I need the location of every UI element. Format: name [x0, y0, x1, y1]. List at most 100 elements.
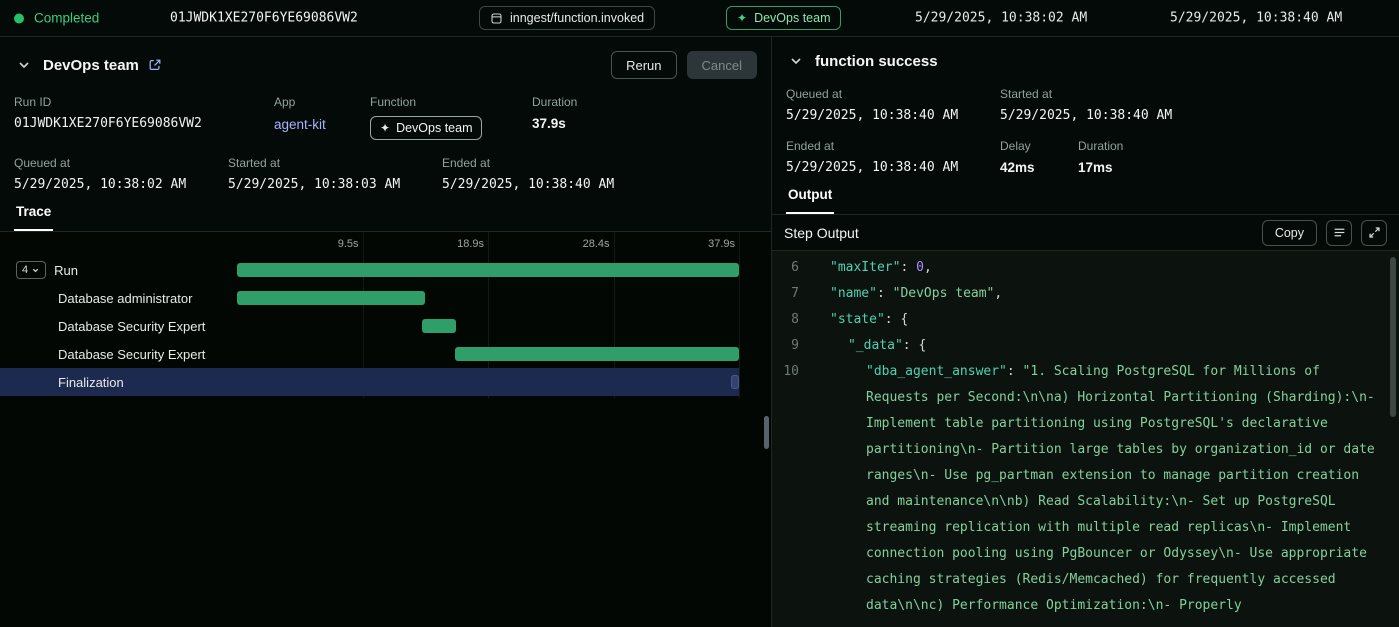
- code-content: "name": "DevOps team",: [812, 281, 1383, 307]
- app-link[interactable]: agent-kit: [274, 117, 326, 132]
- main-content: DevOps team Rerun Cancel Run ID 01JWDK1X…: [0, 37, 1399, 627]
- step-queued-value: 5/29/2025, 10:38:40 AM: [786, 108, 1000, 123]
- code-content: "_data": {: [812, 333, 1383, 359]
- code-line: 10"dba_agent_answer": "1. Scaling Postgr…: [772, 359, 1399, 619]
- external-link-icon[interactable]: [148, 58, 162, 72]
- trace-bar[interactable]: [731, 375, 739, 389]
- right-tabs: Output: [772, 175, 1399, 215]
- trace-row-label-area: Finalization: [0, 375, 237, 390]
- function-badge[interactable]: ✦ DevOps team: [726, 6, 841, 30]
- trace-row[interactable]: Database Security Expert: [0, 312, 771, 340]
- trace-bar[interactable]: [422, 319, 456, 333]
- function-pill[interactable]: ✦ DevOps team: [370, 116, 482, 140]
- step-duration-value: 17ms: [1078, 160, 1292, 175]
- chevron-down-icon: [788, 53, 804, 69]
- ended-at-label: Ended at: [442, 156, 656, 170]
- trace-bar-area: [237, 256, 739, 284]
- wrap-lines-button[interactable]: [1326, 220, 1352, 246]
- code-token-key: "name": [830, 286, 877, 301]
- queued-at-label: Queued at: [14, 156, 228, 170]
- menu-icon: [1333, 226, 1346, 239]
- code-token-p: ,: [924, 260, 932, 275]
- line-number: 9: [772, 333, 812, 359]
- trace-row[interactable]: 4 Run: [0, 256, 771, 284]
- topbar-run-id: 01JWDK1XE270F6YE69086VW2: [170, 11, 358, 26]
- trace-bar-area: [237, 312, 739, 340]
- step-meta-row-1: Queued at 5/29/2025, 10:38:40 AM Started…: [772, 83, 1399, 123]
- trace-bar[interactable]: [455, 347, 739, 361]
- code-token-p: :: [877, 286, 893, 301]
- ended-at-value: 5/29/2025, 10:38:40 AM: [442, 177, 656, 192]
- rerun-button[interactable]: Rerun: [611, 51, 676, 79]
- tab-trace[interactable]: Trace: [14, 198, 53, 231]
- run-ended-timestamp: 5/29/2025, 10:38:40 AM: [1170, 11, 1342, 26]
- tab-output[interactable]: Output: [786, 181, 834, 214]
- run-details-panel: DevOps team Rerun Cancel Run ID 01JWDK1X…: [0, 37, 772, 627]
- trace-row-label: Database Security Expert: [58, 347, 205, 362]
- code-token-key: "state": [830, 312, 885, 327]
- status-dot-icon: [14, 13, 24, 23]
- app-label: App: [274, 95, 370, 109]
- event-badge[interactable]: inngest/function.invoked: [479, 6, 655, 30]
- step-details-panel: function success Queued at 5/29/2025, 10…: [772, 37, 1399, 627]
- function-badge-label: DevOps team: [754, 11, 830, 25]
- function-pill-label: DevOps team: [396, 121, 472, 135]
- trace-scrollbar[interactable]: [764, 416, 769, 449]
- code-token-key: "dba_agent_answer": [866, 364, 1007, 379]
- delay-label: Delay: [1000, 139, 1078, 153]
- trace-row-label: Run: [54, 263, 78, 278]
- step-header: function success: [772, 37, 1399, 83]
- delay-value: 42ms: [1000, 160, 1078, 175]
- step-started-label: Started at: [1000, 87, 1172, 101]
- trace-row[interactable]: Database Security Expert: [0, 340, 771, 368]
- step-ended-value: 5/29/2025, 10:38:40 AM: [786, 160, 1000, 175]
- line-number: 6: [772, 255, 812, 281]
- code-token-str: "DevOps team": [893, 286, 995, 301]
- line-number: 10: [772, 359, 812, 619]
- code-line: 7"name": "DevOps team",: [772, 281, 1399, 307]
- trace-bar-area: [237, 368, 739, 396]
- collapse-count: 4: [22, 264, 28, 276]
- collapse-run-button[interactable]: [14, 55, 34, 75]
- step-duration-label: Duration: [1078, 139, 1292, 153]
- trace-bar[interactable]: [237, 291, 425, 305]
- chevron-down-icon: [31, 266, 40, 275]
- step-output-actions: Copy: [1262, 220, 1387, 246]
- run-meta-row-2: Queued at 5/29/2025, 10:38:02 AM Started…: [0, 152, 771, 192]
- trace-row-label-area: Database administrator: [0, 291, 237, 306]
- trace-bar[interactable]: [237, 263, 739, 277]
- started-at-label: Started at: [228, 156, 442, 170]
- trace-row-label-area: 4 Run: [0, 261, 237, 279]
- copy-button[interactable]: Copy: [1262, 220, 1317, 246]
- code-viewer[interactable]: 6"maxIter": 0,7"name": "DevOps team",8"s…: [772, 251, 1399, 627]
- axis-tick-label: 28.4s: [583, 238, 610, 250]
- step-output-title: Step Output: [784, 225, 859, 241]
- cancel-button[interactable]: Cancel: [687, 51, 757, 79]
- collapse-step-button[interactable]: [786, 51, 806, 71]
- code-content: "maxIter": 0,: [812, 255, 1383, 281]
- trace-row[interactable]: Database administrator: [0, 284, 771, 312]
- trace-row[interactable]: Finalization: [0, 368, 771, 396]
- queued-at-value: 5/29/2025, 10:38:02 AM: [14, 177, 228, 192]
- sparkle-icon: ✦: [737, 12, 747, 24]
- run-actions: Rerun Cancel: [611, 51, 757, 79]
- expand-button[interactable]: [1361, 220, 1387, 246]
- trace-axis: 9.5s18.9s28.4s37.9s: [237, 232, 739, 256]
- code-content: "state": {: [812, 307, 1383, 333]
- topbar: Completed 01JWDK1XE270F6YE69086VW2 innge…: [0, 0, 1399, 37]
- code-token-p: :: [900, 260, 916, 275]
- trace-row-label: Database Security Expert: [58, 319, 205, 334]
- collapse-count-badge[interactable]: 4: [16, 261, 46, 279]
- trace-waterfall: 9.5s18.9s28.4s37.9s 4 Run Database adminis…: [0, 232, 771, 627]
- code-token-str: "1. Scaling PostgreSQL for Millions of R…: [866, 364, 1383, 613]
- trace-row-label: Finalization: [58, 375, 124, 390]
- started-at-value: 5/29/2025, 10:38:03 AM: [228, 177, 442, 192]
- code-token-p: : {: [885, 312, 908, 327]
- line-number: 8: [772, 307, 812, 333]
- line-number: 7: [772, 281, 812, 307]
- step-meta-row-2: Ended at 5/29/2025, 10:38:40 AM Delay 42…: [772, 135, 1399, 175]
- trace-row-label: Database administrator: [58, 291, 192, 306]
- code-scrollbar[interactable]: [1390, 257, 1396, 417]
- trace-row-label-area: Database Security Expert: [0, 347, 237, 362]
- code-line: 8"state": {: [772, 307, 1399, 333]
